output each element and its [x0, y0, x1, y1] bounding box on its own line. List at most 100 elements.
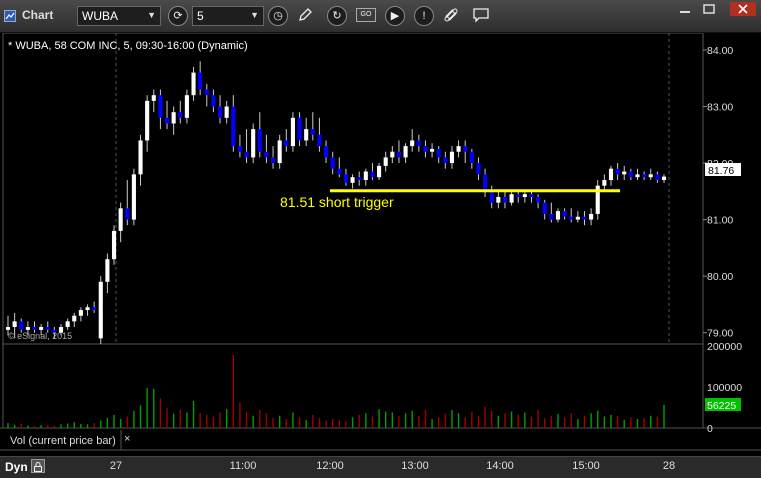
- candle-body: [390, 151, 395, 158]
- interval-input[interactable]: 5 ▼: [192, 6, 264, 26]
- candle-body: [536, 196, 541, 203]
- candle-body: [211, 95, 216, 107]
- candle-body: [436, 148, 441, 158]
- candle-body: [423, 146, 428, 152]
- symbol-value: WUBA: [82, 9, 118, 23]
- candle-body: [483, 174, 488, 192]
- last-price-badge: 81.76: [705, 163, 741, 177]
- candle-body: [45, 327, 50, 330]
- price-tick-label: 80.00: [707, 271, 733, 283]
- candle-body: [151, 95, 156, 101]
- time-tick-label: 12:00: [316, 460, 344, 472]
- chart-header: * WUBA, 58 COM INC, 5, 09:30-16:00 (Dyna…: [8, 40, 248, 52]
- candle-body: [489, 191, 494, 203]
- candle-body: [138, 140, 143, 175]
- candle-body: [32, 327, 37, 330]
- candle-body: [5, 327, 11, 330]
- quote-icon[interactable]: GO: [356, 8, 376, 22]
- candle-body: [131, 174, 136, 220]
- candle-body: [403, 146, 408, 158]
- candle-body: [655, 174, 660, 181]
- price-tick-label: 84.00: [707, 45, 733, 57]
- minimize-button[interactable]: [676, 2, 694, 16]
- candle-body: [602, 180, 607, 186]
- candle-body: [198, 72, 203, 90]
- title-bar: Chart WUBA ▼ ⟳ 5 ▼ ◷ ↻ GO ▶ !: [0, 0, 761, 33]
- clock-icon[interactable]: ◷: [268, 6, 288, 26]
- price-tick-label: 79.00: [707, 328, 733, 340]
- candle-body: [284, 140, 289, 147]
- time-tick-label: 11:00: [229, 460, 257, 472]
- candle-body: [304, 129, 309, 141]
- volume-tick-label: 100000: [707, 382, 742, 394]
- candle-body: [396, 151, 402, 158]
- candle-body: [111, 230, 117, 260]
- candle-body: [582, 216, 587, 220]
- maximize-button[interactable]: [700, 2, 718, 16]
- candle-body: [383, 157, 388, 166]
- candle-body: [118, 208, 123, 231]
- candle-body: [85, 307, 90, 311]
- candle-body: [204, 89, 209, 96]
- play-icon[interactable]: ▶: [385, 6, 405, 26]
- candle-body: [443, 157, 448, 164]
- candle-body: [529, 194, 534, 197]
- candle-body: [231, 106, 236, 147]
- chevron-down-icon[interactable]: ▼: [147, 10, 156, 20]
- candle-body: [171, 112, 176, 124]
- candle-body: [357, 177, 362, 181]
- chevron-down-icon[interactable]: ▼: [250, 10, 259, 20]
- last-volume-value: 56225: [707, 400, 736, 412]
- close-button[interactable]: [730, 2, 756, 16]
- app-icon: [4, 9, 16, 22]
- candle-body: [562, 211, 567, 217]
- candle-body: [363, 171, 368, 181]
- alert-icon[interactable]: !: [414, 6, 434, 26]
- candle-body: [25, 327, 30, 330]
- candle-body: [549, 213, 554, 220]
- candle-body: [125, 208, 130, 220]
- candle-body: [463, 146, 468, 152]
- dynamic-label[interactable]: Dyn: [5, 460, 28, 474]
- chart-canvas[interactable]: 84.0083.0082.0081.0080.0079.00 200000100…: [0, 33, 761, 457]
- candle-body: [430, 148, 435, 152]
- candle-body: [496, 196, 501, 203]
- pencil-icon[interactable]: [297, 7, 313, 28]
- symbol-input[interactable]: WUBA ▼: [77, 6, 161, 26]
- candle-body: [569, 216, 574, 220]
- volume-tick-label: 0: [707, 423, 713, 435]
- volume-study-label: Vol (current price bar): [10, 435, 116, 447]
- candle-body: [324, 146, 329, 158]
- time-tick-label: 28: [662, 460, 676, 472]
- candle-body: [164, 117, 170, 124]
- chat-icon[interactable]: [472, 7, 490, 28]
- candle-body: [555, 211, 561, 220]
- candle-body: [648, 174, 653, 178]
- candle-body: [244, 151, 249, 158]
- candle-body: [98, 281, 103, 339]
- candle-body: [622, 171, 627, 175]
- candle-body: [377, 165, 382, 178]
- candle-body: [370, 171, 375, 178]
- refresh-symbol-button[interactable]: ⟳: [168, 6, 188, 26]
- candle-body: [416, 140, 421, 147]
- cursor-sync-icon[interactable]: ↻: [327, 6, 347, 26]
- candle-body: [184, 95, 189, 118]
- price-tick-label: 83.00: [707, 102, 733, 114]
- time-tick-label: 27: [109, 460, 123, 472]
- candle-body: [105, 259, 110, 282]
- close-study-icon[interactable]: ×: [124, 433, 130, 445]
- candle-body: [575, 216, 580, 220]
- link-icon[interactable]: [443, 7, 459, 28]
- candle-body: [476, 163, 481, 175]
- candle-body: [449, 151, 455, 164]
- candle-body: [469, 151, 474, 164]
- candle-body: [217, 106, 223, 118]
- lock-icon[interactable]: [31, 459, 45, 473]
- candle-body: [12, 321, 17, 328]
- candle-body: [19, 321, 24, 330]
- candle-body: [270, 157, 276, 164]
- candle-body: [615, 168, 620, 175]
- candle-body: [251, 129, 256, 158]
- candle-body: [290, 117, 295, 147]
